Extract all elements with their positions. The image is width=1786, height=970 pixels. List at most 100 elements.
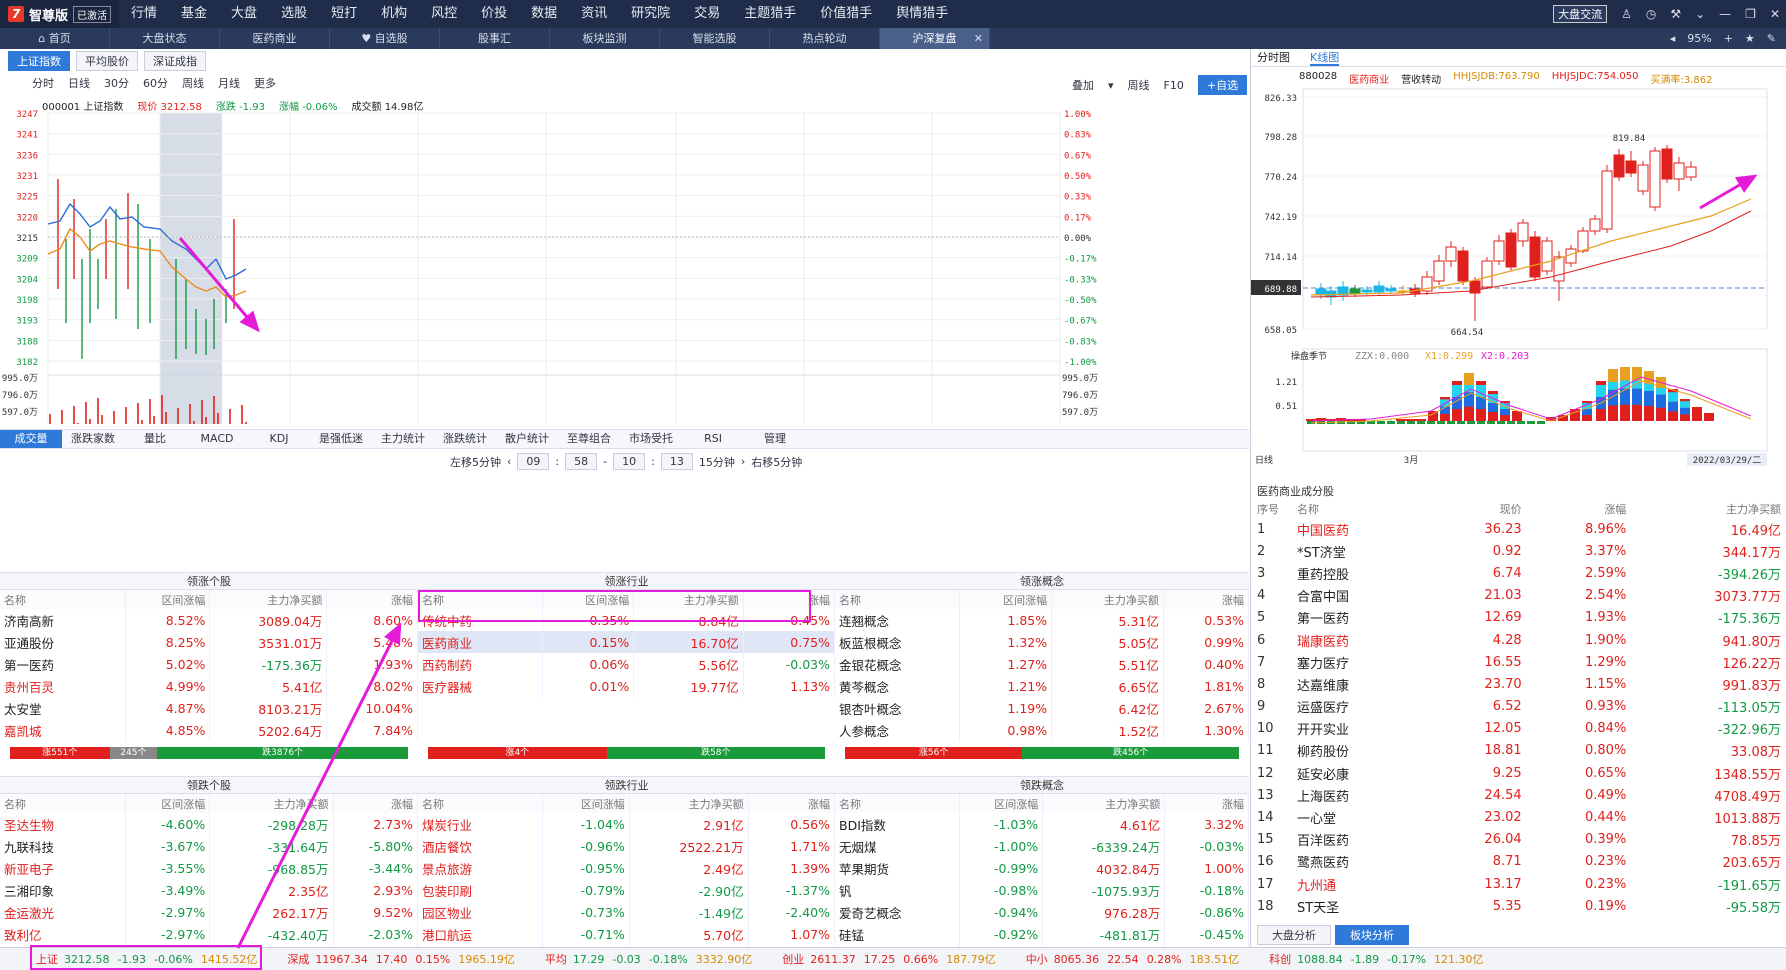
period-0[interactable]: 分时 xyxy=(32,75,54,91)
weekly-button[interactable]: 周线 xyxy=(1128,77,1150,93)
clock-icon[interactable]: ◷ xyxy=(1646,7,1656,21)
end-hour-input[interactable]: 10 xyxy=(613,453,646,470)
table-row[interactable]: 亚通股份 8.25% 3531.01万 5.48% xyxy=(0,631,418,653)
menu-11[interactable]: 交易 xyxy=(682,0,732,28)
analysis-tab-0[interactable]: 大盘分析 xyxy=(1257,925,1331,945)
menu-4[interactable]: 短打 xyxy=(319,0,369,28)
menu-2[interactable]: 大盘 xyxy=(219,0,269,28)
close-icon[interactable]: ✕ xyxy=(1770,7,1780,21)
indicator-tab-5[interactable]: 是强低迷 xyxy=(310,430,372,448)
table-row[interactable]: 医疗器械 0.01% 19.77亿 1.13% xyxy=(418,675,836,697)
menu-8[interactable]: 数据 xyxy=(519,0,569,28)
menu-12[interactable]: 主题猎手 xyxy=(732,0,808,28)
list-row[interactable]: 5 第一医药 12.69 1.93% -175.36万 xyxy=(1251,607,1786,629)
index-tab-2[interactable]: 深证成指 xyxy=(144,51,206,71)
table-row[interactable]: 西药制药 0.06% 5.56亿 -0.03% xyxy=(418,653,836,675)
period-1[interactable]: 日线 xyxy=(68,75,90,91)
table-row[interactable]: 板蓝根概念 1.32% 5.05亿 0.99% xyxy=(835,631,1250,653)
minimize-icon[interactable]: — xyxy=(1719,7,1731,21)
table-row[interactable]: 钒 -0.98% -1075.93万 -0.18% xyxy=(835,879,1249,901)
list-row[interactable]: 8 达嘉维康 23.70 1.15% 991.83万 xyxy=(1251,673,1786,695)
user-icon[interactable]: ♙ xyxy=(1621,7,1632,21)
star-icon[interactable]: ★ xyxy=(1745,32,1755,45)
list-row[interactable]: 12 延安必康 9.25 0.65% 1348.55万 xyxy=(1251,762,1786,784)
list-row[interactable]: 3 重药控股 6.74 2.59% -394.26万 xyxy=(1251,562,1786,584)
indicator-tab-9[interactable]: 至尊组合 xyxy=(558,430,620,448)
list-row[interactable]: 4 合富中国 21.03 2.54% 3073.77万 xyxy=(1251,585,1786,607)
list-row[interactable]: 13 上海医药 24.54 0.49% 4708.49万 xyxy=(1251,784,1786,806)
indicator-tab-3[interactable]: MACD xyxy=(186,430,248,448)
table-row[interactable]: BDI指数 -1.03% 4.61亿 3.32% xyxy=(835,813,1249,835)
period-2[interactable]: 30分 xyxy=(104,75,129,91)
menu-9[interactable]: 资讯 xyxy=(569,0,619,28)
table-row[interactable]: 景点旅游 -0.95% 2.49亿 1.39% xyxy=(418,857,836,879)
table-row[interactable]: 包装印刷 -0.79% -2.90亿 -1.37% xyxy=(418,879,836,901)
indicator-tab-0[interactable]: 成交量 xyxy=(0,430,62,448)
indicator-tab-11[interactable]: RSI xyxy=(682,430,744,448)
menu-10[interactable]: 研究院 xyxy=(619,0,682,28)
indicator-tab-1[interactable]: 涨跌家数 xyxy=(62,430,124,448)
list-row[interactable]: 18 ST天圣 5.35 0.19% -95.58万 xyxy=(1251,895,1786,917)
period-3[interactable]: 60分 xyxy=(143,75,168,91)
restore-icon[interactable]: ❐ xyxy=(1745,7,1756,21)
chart-tab-0[interactable]: 分时图 xyxy=(1257,49,1290,66)
table-row[interactable]: 无烟煤 -1.00% -6339.24万 -0.03% xyxy=(835,835,1249,857)
tab-7[interactable]: 热点轮动 xyxy=(770,28,880,49)
status-index-1[interactable]: 深成 11967.34 17.40 0.15% 1965.19亿 xyxy=(257,951,514,967)
tab-4[interactable]: 股事汇 xyxy=(440,28,550,49)
menu-1[interactable]: 基金 xyxy=(169,0,219,28)
next-icon[interactable]: › xyxy=(741,455,745,468)
add-watchlist-button[interactable]: +自选 xyxy=(1197,75,1248,95)
shift-left-button[interactable]: 左移5分钟 xyxy=(450,454,501,470)
plus-icon[interactable]: + xyxy=(1724,32,1733,45)
tab-3[interactable]: ♥ 自选股 xyxy=(330,28,440,49)
list-row[interactable]: 6 瑞康医药 4.28 1.90% 941.80万 xyxy=(1251,629,1786,651)
range-span[interactable]: 15分钟 xyxy=(699,454,735,470)
period-4[interactable]: 周线 xyxy=(182,75,204,91)
analysis-tab-1[interactable]: 板块分析 xyxy=(1335,925,1409,945)
list-row[interactable]: 7 塞力医疗 16.55 1.29% 126.22万 xyxy=(1251,651,1786,673)
list-row[interactable]: 9 运盛医疗 6.52 0.93% -113.05万 xyxy=(1251,696,1786,718)
indicator-tab-10[interactable]: 市场受托 xyxy=(620,430,682,448)
indicator-tab-7[interactable]: 涨跌统计 xyxy=(434,430,496,448)
indicator-tab-6[interactable]: 主力统计 xyxy=(372,430,434,448)
tab-8[interactable]: 沪深复盘 ✕ xyxy=(880,28,990,49)
indicator-tab-4[interactable]: KDJ xyxy=(248,430,310,448)
close-tab-icon[interactable]: ✕ xyxy=(974,28,983,49)
menu-0[interactable]: 行情 xyxy=(119,0,169,28)
list-row[interactable]: 17 九州通 13.17 0.23% -191.65万 xyxy=(1251,873,1786,895)
list-row[interactable]: 1 中国医药 36.23 8.96% 16.49亿 xyxy=(1251,518,1786,540)
list-row[interactable]: 11 柳药股份 18.81 0.80% 33.08万 xyxy=(1251,740,1786,762)
table-row[interactable]: 第一医药 5.02% -175.36万 1.93% xyxy=(0,653,418,675)
intraday-chart[interactable]: 3247 3241 3236 3231 3225 3220 3215 3209 3204 3198… xyxy=(0,109,1249,424)
table-row[interactable]: 济南高新 8.52% 3089.04万 8.60% xyxy=(0,609,418,631)
zoom-level[interactable]: 95% xyxy=(1687,32,1711,45)
table-row[interactable]: 金银花概念 1.27% 5.51亿 0.40% xyxy=(835,653,1250,675)
start-hour-input[interactable]: 09 xyxy=(517,453,550,470)
table-row[interactable]: 硅锰 -0.92% -481.81万 -0.45% xyxy=(835,923,1249,945)
table-row[interactable]: 连翘概念 1.85% 5.31亿 0.53% xyxy=(835,609,1250,631)
pin-icon[interactable]: ✎ xyxy=(1767,32,1776,45)
chevron-down-icon[interactable]: ⌄ xyxy=(1695,7,1705,21)
table-row[interactable]: 煤炭行业 -1.04% 2.91亿 0.56% xyxy=(418,813,836,835)
list-row[interactable]: 16 鹭燕医药 8.71 0.23% 203.65万 xyxy=(1251,851,1786,873)
menu-6[interactable]: 风控 xyxy=(419,0,469,28)
list-row[interactable]: 2 *ST济堂 0.92 3.37% 344.17万 xyxy=(1251,540,1786,562)
table-row[interactable]: 三湘印象 -3.49% 2.35亿 2.93% xyxy=(0,879,419,901)
tab-1[interactable]: 大盘状态 xyxy=(110,28,220,49)
index-tab-0[interactable]: 上证指数 xyxy=(8,51,70,71)
status-index-3[interactable]: 创业 2611.37 17.25 0.66% 187.79亿 xyxy=(752,951,995,967)
list-row[interactable]: 10 开开实业 12.05 0.84% -322.96万 xyxy=(1251,718,1786,740)
tab-2[interactable]: 医药商业 xyxy=(220,28,330,49)
table-row[interactable]: 致利亿 -2.97% -432.40万 -2.03% xyxy=(0,923,419,945)
chart-tab-1[interactable]: K线图 xyxy=(1310,49,1340,66)
table-row[interactable]: 酒店餐饮 -0.96% 2522.21万 1.71% xyxy=(418,835,836,857)
tab-6[interactable]: 智能选股 xyxy=(660,28,770,49)
tab-5[interactable]: 板块监测 xyxy=(550,28,660,49)
status-index-4[interactable]: 中小 8065.36 22.54 0.28% 183.51亿 xyxy=(996,951,1239,967)
overlay-button[interactable]: 叠加 xyxy=(1072,77,1094,93)
index-tab-1[interactable]: 平均股价 xyxy=(76,51,138,71)
menu-3[interactable]: 选股 xyxy=(269,0,319,28)
menu-5[interactable]: 机构 xyxy=(369,0,419,28)
kline-chart[interactable]: 826.33 798.28 770.24 742.19 714.14 689.88 658.… xyxy=(1251,81,1786,481)
